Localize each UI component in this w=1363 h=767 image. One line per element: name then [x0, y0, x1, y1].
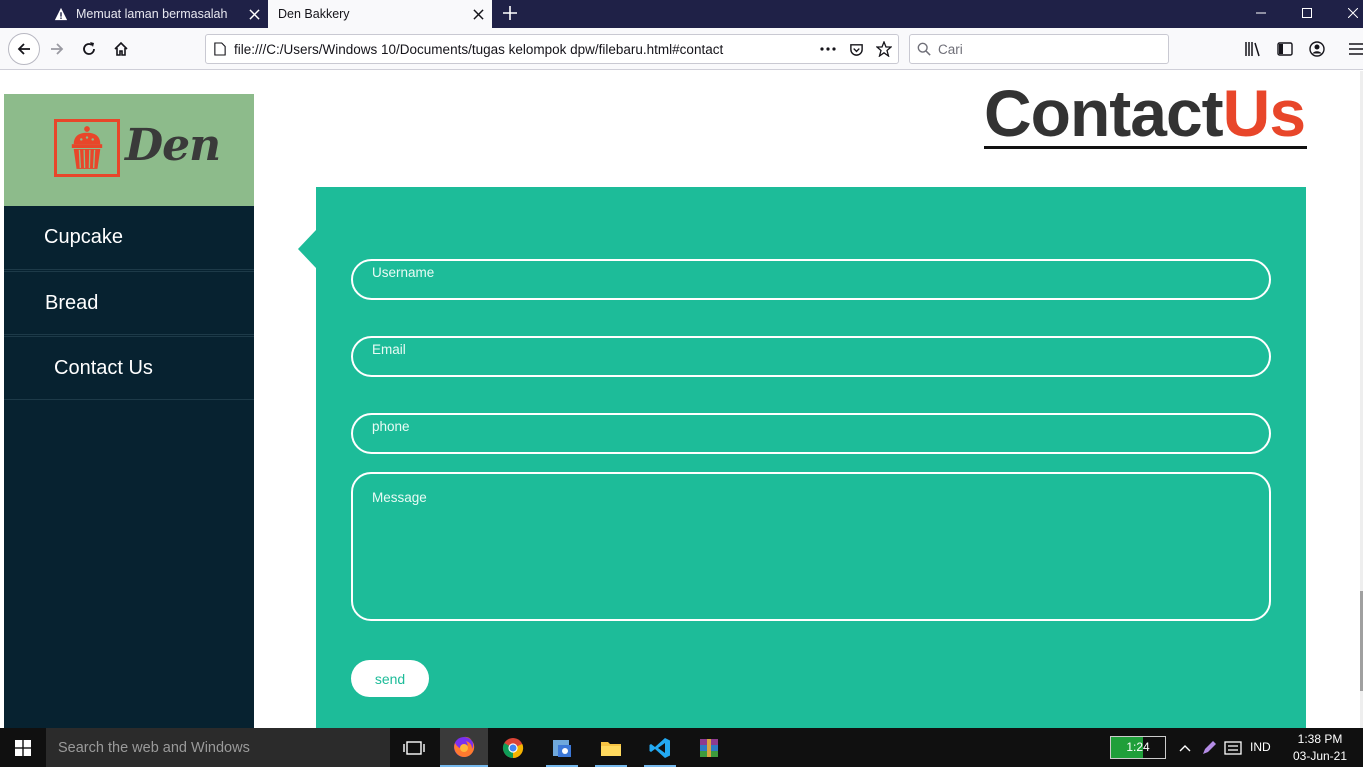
arrow-left-icon [17, 43, 30, 55]
clock-date[interactable]: 03-Jun-21 [1284, 749, 1356, 763]
close-tab-icon[interactable] [464, 0, 492, 28]
bookmark-star-icon[interactable] [870, 35, 898, 63]
clock-time[interactable]: 1:38 PM [1284, 732, 1356, 746]
page-actions-icon[interactable] [814, 35, 842, 63]
logo[interactable]: Den [4, 94, 254, 206]
window-maximize-button[interactable] [1284, 0, 1330, 26]
message-textarea[interactable]: Message [351, 472, 1271, 621]
start-button[interactable] [0, 728, 46, 767]
taskbar-search-box[interactable]: Search the web and Windows [46, 728, 390, 767]
tab-title: Den Bakkery [278, 7, 350, 21]
search-input[interactable] [938, 41, 1158, 57]
reload-icon [83, 42, 95, 55]
sidebar-item-cupcake[interactable]: Cupcake [4, 206, 254, 270]
logo-text: Den [125, 120, 221, 171]
page-title: ContactUs [984, 75, 1306, 151]
winrar-icon [700, 738, 718, 757]
task-view-button[interactable] [390, 728, 438, 767]
reload-button[interactable] [73, 33, 105, 65]
contact-form: Username Email phone Message send [316, 187, 1306, 728]
email-input[interactable]: Email [351, 336, 1271, 377]
library-button[interactable] [1240, 36, 1266, 62]
folder-icon [601, 741, 621, 756]
hamburger-menu-button[interactable] [1343, 36, 1363, 62]
arrow-right-icon [51, 43, 64, 55]
window-minimize-button[interactable] [1238, 0, 1284, 26]
send-button[interactable]: send [351, 660, 429, 697]
pocket-icon[interactable] [842, 35, 870, 63]
hamburger-icon [1349, 43, 1363, 55]
tab-den-bakkery[interactable]: Den Bakkery [268, 0, 492, 28]
chevron-up-icon[interactable] [1175, 738, 1195, 758]
taskbar-winrar[interactable] [685, 728, 733, 767]
title-underline [984, 146, 1307, 149]
taskbar-file-explorer[interactable] [587, 728, 635, 767]
taskbar-app[interactable] [538, 728, 586, 767]
home-button[interactable] [105, 33, 137, 65]
chrome-icon [502, 737, 524, 758]
sidebar: Den Cupcake Bread Contact Us [4, 94, 254, 728]
new-tab-button[interactable] [496, 0, 524, 26]
username-placeholder: Username [372, 265, 435, 280]
pen-icon[interactable] [1199, 738, 1219, 758]
account-icon [1309, 41, 1325, 57]
language-indicator[interactable]: IND [1250, 740, 1271, 754]
taskbar-vscode[interactable] [636, 728, 684, 767]
keyboard-icon[interactable] [1223, 738, 1243, 758]
cupcake-icon [54, 119, 120, 177]
page-title-main: Contact [984, 76, 1224, 150]
battery-text: 1:24 [1126, 740, 1150, 754]
page-title-accent: Us [1222, 76, 1306, 150]
phone-input[interactable]: phone [351, 413, 1271, 454]
tab-title: Memuat laman bermasalah [76, 7, 228, 21]
taskbar: Search the web and Windows 1:24 IND 1:38… [0, 728, 1363, 767]
plus-icon [503, 6, 517, 20]
username-input[interactable]: Username [351, 259, 1271, 300]
page-icon [206, 35, 234, 63]
account-button[interactable] [1304, 36, 1330, 62]
home-icon [114, 41, 128, 56]
close-tab-icon[interactable] [240, 0, 268, 28]
window-close-button[interactable] [1330, 0, 1363, 26]
warning-icon [54, 7, 68, 21]
back-button[interactable] [8, 33, 40, 65]
sidebar-item-contact-us[interactable]: Contact Us [4, 336, 254, 400]
url-text[interactable]: file:///C:/Users/Windows 10/Documents/tu… [234, 42, 814, 57]
forward-button[interactable] [41, 33, 73, 65]
sidebar-item-bread[interactable]: Bread [4, 271, 254, 335]
taskbar-chrome[interactable] [489, 728, 537, 767]
page-viewport: Den Cupcake Bread Contact Us ContactUs U… [0, 71, 1363, 728]
vscode-icon [649, 737, 670, 758]
message-placeholder: Message [372, 490, 427, 505]
task-view-icon [403, 740, 425, 755]
browser-tab-bar: Memuat laman bermasalah Den Bakkery [0, 0, 1363, 28]
taskbar-firefox[interactable] [440, 728, 488, 767]
search-icon [910, 35, 938, 63]
firefox-icon [454, 736, 475, 757]
search-bar[interactable] [909, 34, 1169, 64]
tab-memuat-laman[interactable]: Memuat laman bermasalah [44, 0, 268, 28]
email-placeholder: Email [372, 342, 406, 357]
library-icon [1245, 42, 1260, 57]
windows-logo-icon [15, 739, 31, 756]
sidebar-toggle-button[interactable] [1272, 36, 1298, 62]
url-bar[interactable]: file:///C:/Users/Windows 10/Documents/tu… [205, 34, 899, 64]
app-icon [553, 739, 571, 757]
panel-pointer [298, 230, 316, 268]
sidebar-icon [1277, 42, 1293, 56]
browser-toolbar: file:///C:/Users/Windows 10/Documents/tu… [0, 28, 1363, 70]
phone-placeholder: phone [372, 419, 410, 434]
